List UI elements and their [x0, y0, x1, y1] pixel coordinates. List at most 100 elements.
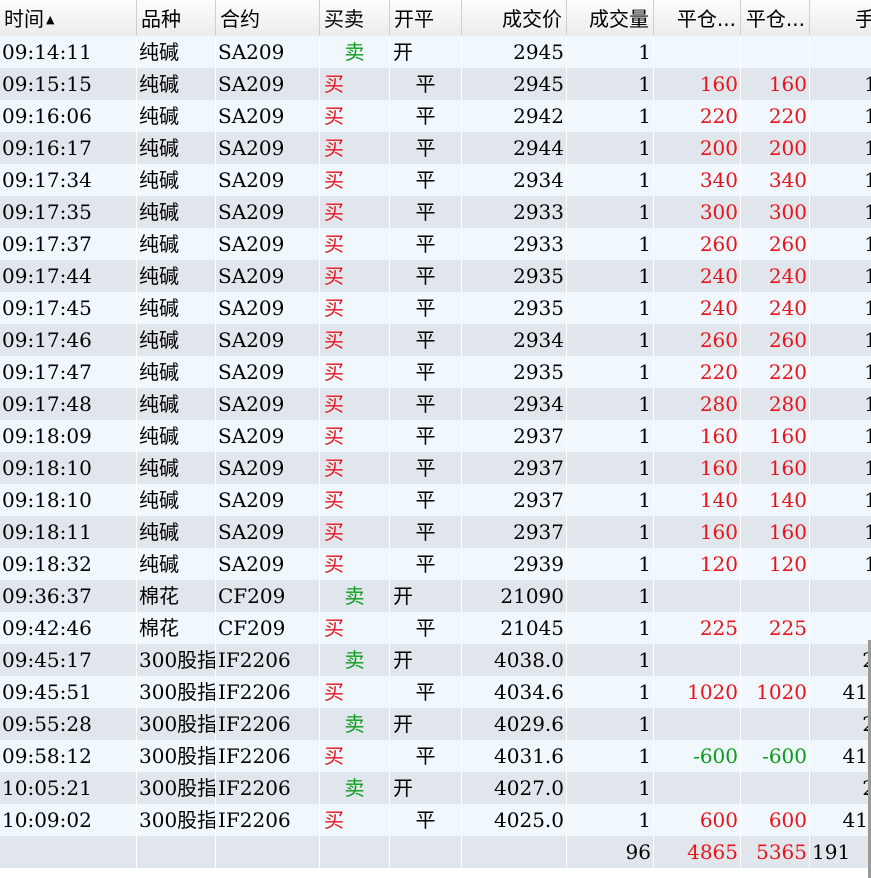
header-quantity[interactable]: 成交量 [567, 0, 654, 36]
cell-price: 2945 [462, 68, 567, 100]
header-fee[interactable]: 手 [810, 0, 871, 36]
cell-time: 09:36:37 [0, 580, 137, 612]
cell-fee [810, 612, 871, 644]
cell-side: 买 [320, 452, 390, 484]
header-product[interactable]: 品种 [137, 0, 216, 36]
cell-close-pnl-1: 160 [654, 68, 741, 100]
table-row[interactable]: 09:17:44纯碱SA209买平293512402401 [0, 260, 871, 292]
cell-product: 纯碱 [137, 100, 216, 132]
cell-quantity: 1 [567, 100, 654, 132]
cell-price: 2937 [462, 516, 567, 548]
cell-price: 2935 [462, 292, 567, 324]
cell-contract: SA209 [216, 356, 320, 388]
header-price[interactable]: 成交价 [462, 0, 567, 36]
cell-contract: SA209 [216, 36, 320, 68]
cell-product: 300股指 [137, 708, 216, 740]
cell-fee: 1 [810, 484, 871, 516]
cell-side: 买 [320, 324, 390, 356]
cell-close-pnl-1: 220 [654, 356, 741, 388]
cell-side: 买 [320, 228, 390, 260]
cell-time: 09:17:44 [0, 260, 137, 292]
cell-open-close: 开 [390, 708, 462, 740]
table-row[interactable]: 09:17:48纯碱SA209买平293412802801 [0, 388, 871, 420]
table-row[interactable]: 09:16:06纯碱SA209买平294212202201 [0, 100, 871, 132]
table-row[interactable]: 10:05:21300股指IF2206卖开4027.01 2 [0, 772, 871, 804]
table-row[interactable]: 09:14:11 纯碱 SA209 卖开 2945 1 [0, 36, 871, 68]
totals-row: 96 4865 5365 191 [0, 836, 871, 868]
table-row[interactable]: 09:18:32纯碱SA209买平293911201201 [0, 548, 871, 580]
cell-contract: SA209 [216, 164, 320, 196]
cell-fee: 1 [810, 516, 871, 548]
cell-contract: SA209 [216, 260, 320, 292]
cell-fee: 1 [810, 292, 871, 324]
header-time[interactable]: 时间 ▲ [0, 0, 137, 36]
cell-contract: CF209 [216, 580, 320, 612]
cell-open-close: 开 [390, 36, 462, 68]
cell-open-close: 平 [390, 388, 462, 420]
cell-contract: SA209 [216, 100, 320, 132]
cell-product: 300股指 [137, 644, 216, 676]
cell-quantity: 1 [567, 132, 654, 164]
table-row[interactable]: 09:45:17300股指IF2206卖开4038.01 2 [0, 644, 871, 676]
table-row[interactable]: 09:55:28300股指IF2206卖开4029.61 2 [0, 708, 871, 740]
cell-open-close: 平 [390, 260, 462, 292]
cell-quantity: 1 [567, 228, 654, 260]
cell-contract: SA209 [216, 516, 320, 548]
cell-close-pnl-1: 240 [654, 292, 741, 324]
cell-price: 4034.6 [462, 676, 567, 708]
cell-time: 09:18:10 [0, 452, 137, 484]
header-contract[interactable]: 合约 [216, 0, 320, 36]
table-row[interactable]: 09:16:17纯碱SA209买平294412002001 [0, 132, 871, 164]
table-row[interactable]: 09:18:09纯碱SA209买平293711601601 [0, 420, 871, 452]
cell-time: 09:14:11 [0, 36, 137, 68]
table-row[interactable]: 09:17:37纯碱SA209买平293312602601 [0, 228, 871, 260]
cell-quantity: 1 [567, 356, 654, 388]
table-row[interactable]: 09:17:35纯碱SA209买平293313003001 [0, 196, 871, 228]
cell-close-pnl-2 [741, 772, 810, 804]
cell-quantity: 1 [567, 548, 654, 580]
cell-contract: SA209 [216, 548, 320, 580]
header-open-close[interactable]: 开平 [390, 0, 462, 36]
cell-close-pnl-2: 240 [741, 260, 810, 292]
table-row[interactable]: 09:17:34纯碱SA209买平293413403401 [0, 164, 871, 196]
table-row[interactable]: 09:18:10纯碱SA209买平293711401401 [0, 484, 871, 516]
cell-contract: SA209 [216, 132, 320, 164]
table-row[interactable]: 09:17:47纯碱SA209买平293512202201 [0, 356, 871, 388]
table-row[interactable]: 09:36:37 棉花 CF209 卖开 21090 1 [0, 580, 871, 612]
cell-product: 纯碱 [137, 196, 216, 228]
cell-product: 纯碱 [137, 132, 216, 164]
cell-close-pnl-1: 600 [654, 804, 741, 836]
header-side[interactable]: 买卖 [320, 0, 390, 36]
table-row[interactable]: 09:42:46 棉花 CF209 买平 21045 1 225 225 [0, 612, 871, 644]
cell-fee: 1 [810, 324, 871, 356]
cell-product: 棉花 [137, 612, 216, 644]
cell-quantity: 1 [567, 68, 654, 100]
table-row[interactable]: 09:17:45纯碱SA209买平293512402401 [0, 292, 871, 324]
cell-time: 09:17:35 [0, 196, 137, 228]
cell-fee: 41 [810, 676, 871, 708]
table-row[interactable]: 09:58:12 300股指 IF2206 买平 4031.6 1 -600 -600 41 [0, 740, 871, 772]
cell-side: 卖 [320, 580, 390, 612]
table-row[interactable]: 09:45:51 300股指 IF2206 买平 4034.6 1 1020 1020 41 [0, 676, 871, 708]
table-row[interactable]: 09:18:10纯碱SA209买平293711601601 [0, 452, 871, 484]
table-row[interactable]: 10:09:02 300股指 IF2206 买平 4025.0 1 600 600 41 [0, 804, 871, 836]
table-row[interactable]: 09:17:46纯碱SA209买平293412602601 [0, 324, 871, 356]
cell-quantity: 1 [567, 324, 654, 356]
table-row[interactable]: 09:15:15纯碱SA209买平294511601601 [0, 68, 871, 100]
cell-product: 纯碱 [137, 36, 216, 68]
cell-product: 棉花 [137, 580, 216, 612]
cell-side: 买 [320, 68, 390, 100]
table-row[interactable]: 09:18:11纯碱SA209买平293711601601 [0, 516, 871, 548]
cell-contract: SA209 [216, 292, 320, 324]
header-close-pnl-2[interactable]: 平仓... [741, 0, 810, 36]
cell-side: 买 [320, 804, 390, 836]
cell-contract: SA209 [216, 420, 320, 452]
cell-contract: SA209 [216, 228, 320, 260]
cell-close-pnl-1: 260 [654, 324, 741, 356]
cell-price: 2944 [462, 132, 567, 164]
header-close-pnl-1[interactable]: 平仓... [654, 0, 741, 36]
cell-time: 09:18:32 [0, 548, 137, 580]
cell-open-close: 平 [390, 164, 462, 196]
cell-side: 买 [320, 100, 390, 132]
cell-fee: 1 [810, 100, 871, 132]
